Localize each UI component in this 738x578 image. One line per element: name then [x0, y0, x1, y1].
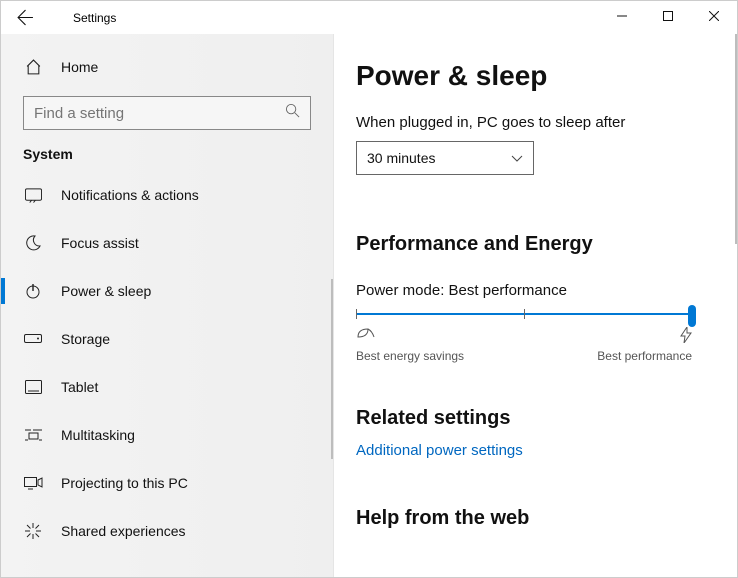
projecting-icon [23, 477, 43, 490]
related-heading: Related settings [356, 407, 715, 430]
sidebar-item-label: Power & sleep [61, 283, 151, 299]
sidebar-category: System [1, 144, 333, 174]
app-title: Settings [73, 11, 116, 25]
back-button[interactable] [9, 2, 41, 34]
slider-right-label: Best performance [597, 349, 692, 363]
sidebar-item-label: Shared experiences [61, 523, 186, 539]
sidebar-item-label: Storage [61, 331, 110, 347]
storage-icon [23, 334, 43, 344]
sidebar-item-projecting[interactable]: Projecting to this PC [1, 462, 333, 504]
sidebar-item-label: Tablet [61, 379, 98, 395]
sleep-setting-label: When plugged in, PC goes to sleep after [356, 114, 715, 131]
sleep-dropdown[interactable]: 30 minutes [356, 141, 534, 175]
help-heading: Help from the web [356, 507, 715, 530]
slider-left-label: Best energy savings [356, 349, 464, 363]
sidebar: Home System Notifications & actions Focu… [1, 34, 334, 577]
main-scrollbar[interactable] [735, 34, 737, 244]
sidebar-item-label: Notifications & actions [61, 187, 199, 203]
shared-icon [23, 523, 43, 539]
sidebar-item-power-sleep[interactable]: Power & sleep [1, 270, 333, 312]
tablet-icon [23, 380, 43, 394]
performance-heading: Performance and Energy [356, 233, 715, 256]
sidebar-item-multitasking[interactable]: Multitasking [1, 414, 333, 456]
search-icon [285, 103, 300, 123]
search-input[interactable] [34, 105, 285, 122]
sidebar-item-shared-experiences[interactable]: Shared experiences [1, 510, 333, 552]
sidebar-item-label: Multitasking [61, 427, 135, 443]
page-title: Power & sleep [356, 60, 715, 92]
home-icon [23, 59, 43, 76]
notifications-icon [23, 188, 43, 203]
search-box[interactable] [23, 96, 311, 130]
power-mode-slider[interactable] [356, 313, 692, 315]
sidebar-item-label: Projecting to this PC [61, 475, 188, 491]
sidebar-scrollbar[interactable] [331, 279, 333, 459]
titlebar: Settings [1, 1, 737, 34]
chevron-down-icon [511, 150, 523, 166]
sidebar-item-focus-assist[interactable]: Focus assist [1, 222, 333, 264]
moon-icon [23, 235, 43, 251]
main-content: Power & sleep When plugged in, PC goes t… [334, 34, 737, 577]
minimize-button[interactable] [599, 1, 645, 31]
sidebar-item-label: Focus assist [61, 235, 139, 251]
close-button[interactable] [691, 1, 737, 31]
sleep-dropdown-value: 30 minutes [367, 150, 435, 166]
sidebar-item-notifications[interactable]: Notifications & actions [1, 174, 333, 216]
power-mode-line: Power mode: Best performance [356, 282, 715, 299]
lightning-icon [680, 327, 692, 345]
sidebar-home-label: Home [61, 59, 98, 75]
multitasking-icon [23, 428, 43, 442]
power-icon [23, 283, 43, 299]
leaf-icon [356, 327, 376, 345]
sidebar-home[interactable]: Home [1, 46, 333, 88]
sidebar-item-storage[interactable]: Storage [1, 318, 333, 360]
sidebar-item-tablet[interactable]: Tablet [1, 366, 333, 408]
additional-power-settings-link[interactable]: Additional power settings [356, 442, 715, 459]
slider-thumb[interactable] [688, 305, 696, 327]
maximize-button[interactable] [645, 1, 691, 31]
